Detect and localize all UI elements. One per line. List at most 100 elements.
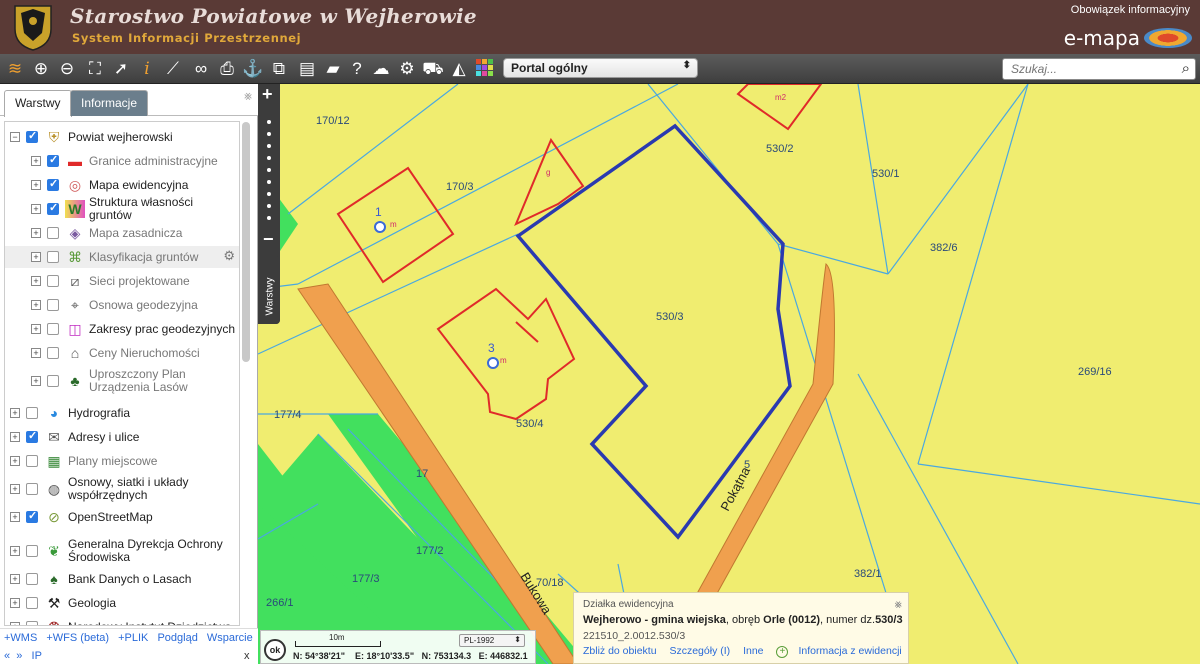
layer-row[interactable]: + ▦ Plany miejscowe bbox=[5, 450, 239, 472]
layer-row[interactable]: + ◫ Zakresy prac geodezyjnych bbox=[5, 318, 239, 340]
expand-icon[interactable]: + bbox=[31, 376, 41, 386]
details-link[interactable]: Szczegóły (I) bbox=[669, 645, 730, 657]
layers-side-tab[interactable]: Warstwy bbox=[258, 256, 280, 324]
anchor-icon[interactable]: ⚓ bbox=[242, 58, 264, 80]
expand-icon[interactable]: + bbox=[10, 484, 20, 494]
tab-info[interactable]: Informacje bbox=[70, 90, 149, 116]
layer-row[interactable]: − ⛨ Powiat wejherowski bbox=[5, 126, 239, 148]
zoom-in-icon[interactable]: ⊕ bbox=[30, 58, 52, 80]
layer-checkbox[interactable] bbox=[47, 347, 59, 359]
expand-icon[interactable]: + bbox=[10, 574, 20, 584]
portal-select[interactable]: Portal ogólny ⬍ bbox=[503, 58, 698, 78]
zoom-step[interactable] bbox=[267, 204, 271, 208]
add-file-link[interactable]: +PLIK bbox=[118, 632, 148, 644]
layer-checkbox[interactable] bbox=[47, 275, 59, 287]
layer-row[interactable]: + ◕ Hydrografia bbox=[5, 402, 239, 424]
registry-info-link[interactable]: Informacja z ewidencji bbox=[798, 645, 901, 657]
layer-row[interactable]: + ⌘ Klasyfikacja gruntów ⚙ bbox=[5, 246, 239, 268]
zoom-minus-button[interactable]: − bbox=[263, 229, 274, 250]
close-icon[interactable]: ⨳ bbox=[895, 597, 902, 612]
layer-row[interactable]: + ❂ Narodowy Instytut Dziedzictwa bbox=[5, 616, 239, 625]
zoom-extent-icon[interactable]: ⛶ bbox=[84, 58, 106, 80]
add-wms-link[interactable]: +WMS bbox=[4, 632, 37, 644]
zoom-plus-button[interactable]: + bbox=[262, 84, 273, 105]
expand-icon[interactable]: + bbox=[31, 348, 41, 358]
zoom-to-object-link[interactable]: Zbliż do obiektu bbox=[583, 645, 657, 657]
zoom-step[interactable] bbox=[267, 180, 271, 184]
layer-row[interactable]: + ⌖ Osnowa geodezyjna bbox=[5, 294, 239, 316]
layer-row[interactable]: + ⚒ Geologia bbox=[5, 592, 239, 614]
tree-scrollbar[interactable] bbox=[242, 122, 250, 362]
expand-icon[interactable]: + bbox=[10, 408, 20, 418]
pointer-icon[interactable]: ➚ bbox=[110, 58, 132, 80]
layer-row[interactable]: + ◍ Osnowy, siatki i układy współrzędnych bbox=[5, 474, 239, 504]
tab-layers[interactable]: Warstwy bbox=[4, 90, 72, 117]
expand-icon[interactable]: + bbox=[31, 276, 41, 286]
layer-checkbox[interactable] bbox=[26, 407, 38, 419]
search-icon[interactable]: ⌕ bbox=[1182, 60, 1190, 77]
layer-checkbox[interactable] bbox=[47, 375, 59, 387]
layer-checkbox[interactable] bbox=[47, 299, 59, 311]
upload-icon[interactable]: ☁ bbox=[370, 58, 392, 80]
search-box[interactable]: ⌕ bbox=[1002, 58, 1196, 80]
layer-row[interactable]: + ⌂ Ceny Nieruchomości bbox=[5, 342, 239, 364]
layer-checkbox[interactable] bbox=[26, 455, 38, 467]
layer-row[interactable]: + ♣ Uproszczony Plan Urządzenia Lasów bbox=[5, 366, 239, 396]
search-input[interactable] bbox=[1003, 59, 1163, 79]
layout-icon[interactable]: ▤ bbox=[296, 58, 318, 80]
expand-icon[interactable]: + bbox=[10, 432, 20, 442]
add-wfs-link[interactable]: +WFS (beta) bbox=[46, 632, 109, 644]
zoom-step[interactable] bbox=[267, 120, 271, 124]
expand-icon[interactable]: + bbox=[10, 598, 20, 608]
layer-row[interactable]: + ▬ Granice administracyjne bbox=[5, 150, 239, 172]
expand-icon[interactable]: + bbox=[31, 228, 41, 238]
expand-icon[interactable]: + bbox=[10, 512, 20, 522]
layer-checkbox[interactable] bbox=[47, 153, 59, 167]
zoom-step[interactable] bbox=[267, 216, 271, 220]
zoom-step[interactable] bbox=[267, 168, 271, 172]
cart-icon[interactable]: ⛟ bbox=[422, 58, 444, 80]
zoom-step[interactable] bbox=[267, 192, 271, 196]
expand-icon[interactable]: + bbox=[10, 456, 20, 466]
layer-checkbox[interactable] bbox=[47, 227, 59, 239]
export-icon[interactable]: ⧉ bbox=[268, 58, 290, 80]
layer-checkbox[interactable] bbox=[47, 251, 59, 263]
zoom-out-icon[interactable]: ⊖ bbox=[56, 58, 78, 80]
zoom-step[interactable] bbox=[267, 132, 271, 136]
expand-icon[interactable]: + bbox=[31, 300, 41, 310]
map-canvas[interactable]: 170/12 170/3 530/2 530/1 382/6 530/3 269/16 177… bbox=[258, 84, 1200, 664]
zoom-step[interactable] bbox=[267, 156, 271, 160]
layer-checkbox[interactable] bbox=[26, 545, 38, 557]
other-link[interactable]: Inne bbox=[743, 645, 763, 657]
layer-checkbox[interactable] bbox=[26, 573, 38, 585]
collapse-panel-icon[interactable]: ⨳ bbox=[244, 88, 252, 104]
duty-info-link[interactable]: Obowiązek informacyjny bbox=[1071, 4, 1190, 16]
print-icon[interactable]: ⎙ bbox=[216, 58, 238, 80]
plus-icon[interactable]: + bbox=[776, 646, 789, 658]
expand-icon[interactable]: + bbox=[31, 324, 41, 334]
preview-link[interactable]: Podgląd bbox=[157, 632, 197, 644]
ok-button[interactable]: ok bbox=[264, 639, 286, 661]
expand-icon[interactable]: + bbox=[31, 180, 41, 190]
link-icon[interactable]: ∞ bbox=[190, 58, 212, 80]
layers-icon[interactable]: ≋ bbox=[4, 58, 26, 80]
layer-checkbox[interactable] bbox=[47, 323, 59, 335]
layer-row[interactable]: + WStruktura własności gruntów bbox=[5, 196, 239, 222]
expand-icon[interactable]: + bbox=[31, 156, 41, 166]
layer-row[interactable]: + ◎ Mapa ewidencyjna bbox=[5, 174, 239, 196]
color-grid-icon[interactable] bbox=[474, 58, 496, 80]
collapse-icon[interactable]: − bbox=[10, 132, 20, 142]
info-icon[interactable]: i bbox=[136, 58, 158, 80]
layer-settings-icon[interactable]: ⚙ bbox=[223, 248, 235, 264]
layer-row[interactable]: + ♠ Bank Danych o Lasach bbox=[5, 568, 239, 590]
layer-checkbox[interactable] bbox=[47, 201, 59, 215]
expand-icon[interactable]: + bbox=[10, 546, 20, 556]
comment-icon[interactable]: ▰ bbox=[322, 58, 344, 80]
expand-icon[interactable]: + bbox=[31, 204, 41, 214]
layer-checkbox[interactable] bbox=[26, 483, 38, 495]
measure-icon[interactable]: ⟋ bbox=[162, 58, 184, 80]
layer-row[interactable]: + ◈ Mapa zasadnicza bbox=[5, 222, 239, 244]
zoom-step[interactable] bbox=[267, 144, 271, 148]
settings-icon[interactable]: ⚙ bbox=[396, 58, 418, 80]
layer-checkbox[interactable] bbox=[26, 429, 38, 443]
